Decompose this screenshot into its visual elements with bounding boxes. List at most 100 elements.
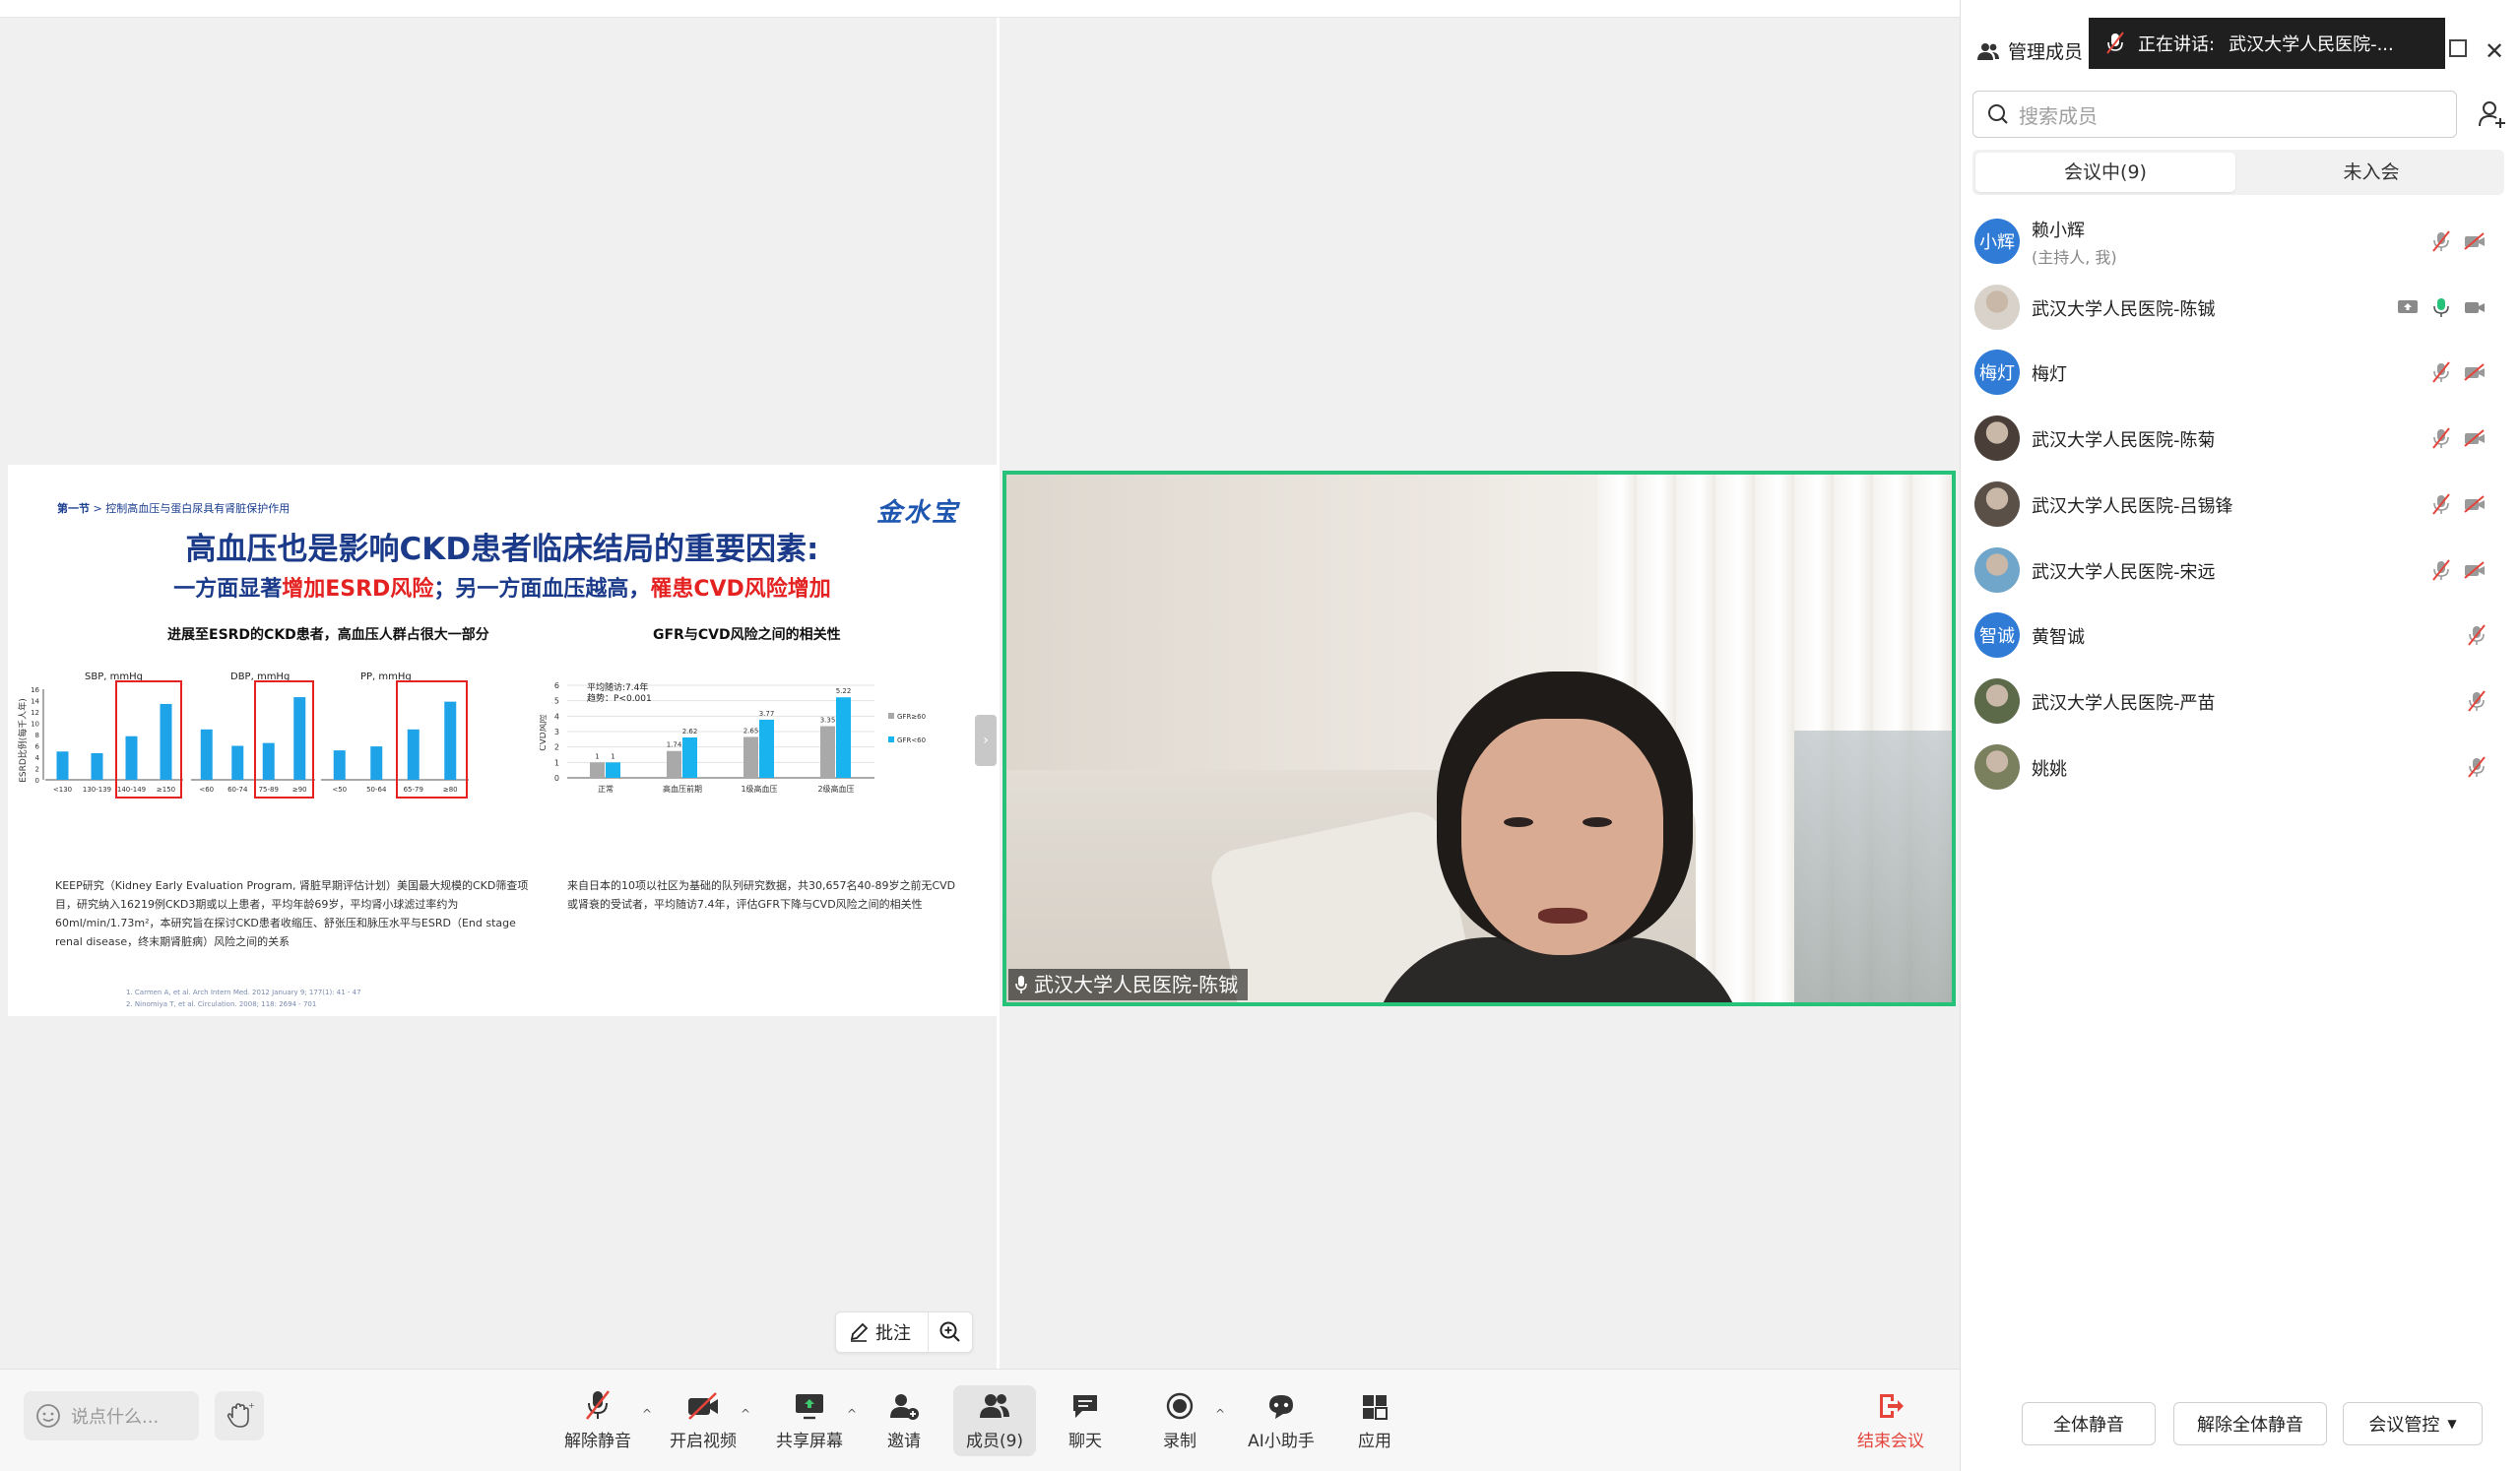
share-options-caret[interactable]: ^: [847, 1407, 857, 1421]
chart1-xtick-label: 130-139: [83, 786, 111, 794]
member-search-input[interactable]: 搜索成员: [1972, 91, 2457, 138]
mic-muted-icon: [2432, 558, 2450, 581]
meeting-control-label: 会议管控: [2368, 1415, 2440, 1436]
chart1-xtick-label: ≥80: [443, 786, 458, 794]
video-name-label: 武汉大学人民医院-陈铖: [1034, 973, 1239, 996]
end-meeting-button[interactable]: 结束会议: [1851, 1385, 1930, 1456]
record-button[interactable]: 录制: [1152, 1385, 1207, 1456]
video-off-icon: [2464, 560, 2485, 579]
invite-button[interactable]: 邀请: [876, 1385, 932, 1456]
invite-label: 邀请: [887, 1432, 921, 1451]
chat-button[interactable]: 聊天: [1058, 1385, 1113, 1456]
active-speaker-video[interactable]: 武汉大学人民医院-陈铖: [1002, 471, 1956, 1006]
video-off-icon: [2464, 363, 2485, 382]
mic-muted-icon: [2432, 493, 2450, 515]
member-row[interactable]: 小辉 赖小辉 (主持人, 我): [1961, 209, 2520, 274]
chart2-data-label: 2.62: [682, 728, 698, 736]
video-off-icon: [2464, 429, 2485, 447]
member-row[interactable]: 武汉大学人民医院-严苗: [1961, 669, 2520, 734]
chart2-ytick-label: 2: [554, 743, 559, 752]
exit-icon: [1880, 1394, 1904, 1418]
chart1-ylabel: ESRD比例(每千人年): [17, 698, 29, 783]
add-member-button[interactable]: [2473, 95, 2512, 134]
unmute-button[interactable]: 解除静音: [559, 1385, 636, 1456]
audio-options-caret[interactable]: ^: [642, 1407, 652, 1421]
member-row[interactable]: 梅灯 梅灯: [1961, 340, 2520, 405]
video-off-icon: [688, 1392, 718, 1420]
video-off-icon: [2464, 232, 2485, 250]
chart2-bar: [590, 762, 605, 778]
slide-subtitle-part-a: 一方面显著: [173, 577, 283, 602]
raise-hand-button[interactable]: +: [215, 1391, 264, 1440]
record-options-caret[interactable]: ^: [1215, 1407, 1225, 1421]
slide-subtitle: 一方面显著增加ESRD风险；另一方面血压越高，罹患CVD风险增加: [8, 571, 997, 603]
zoom-button[interactable]: [929, 1320, 972, 1344]
raise-hand-icon: +: [226, 1401, 254, 1428]
tab-not-joined[interactable]: 未入会: [2241, 153, 2501, 192]
annotate-button[interactable]: 批注: [836, 1312, 929, 1352]
speaking-prefix: 正在讲话:: [2138, 34, 2216, 55]
annotation-bar: 批注: [835, 1311, 973, 1353]
apps-button[interactable]: 应用: [1347, 1385, 1402, 1456]
speaking-toast: 正在讲话: 武汉大学人民医院-...: [2089, 18, 2445, 69]
video-name-tag: 武汉大学人民医院-陈铖: [1008, 969, 1249, 1000]
member-row[interactable]: 武汉大学人民医院-宋远: [1961, 538, 2520, 603]
chart2-title: GFR与CVD风险之间的相关性: [653, 627, 841, 643]
member-name: 黄智诚: [2032, 627, 2085, 649]
chart1-xtick-label: <60: [199, 786, 214, 794]
popout-icon[interactable]: [2449, 39, 2467, 57]
chart1-bar: [293, 697, 306, 780]
mic-muted-icon: [2468, 755, 2486, 778]
avatar: [1974, 480, 2020, 527]
chart1-xtick-label: 65-79: [404, 786, 423, 794]
mute-all-button[interactable]: 全体静音: [2022, 1402, 2156, 1445]
meeting-control-button[interactable]: 会议管控 ▼: [2343, 1402, 2483, 1445]
start-video-button[interactable]: 开启视频: [666, 1385, 741, 1456]
chart2-ytick-label: 3: [554, 728, 559, 736]
quick-chat-input[interactable]: 说点什么...: [24, 1391, 199, 1440]
add-user-icon: [2479, 101, 2505, 128]
members-icon: [1977, 42, 1999, 60]
ai-assistant-button[interactable]: AI小助手: [1243, 1385, 1320, 1456]
top-title-strip: [0, 0, 1960, 18]
close-icon[interactable]: ✕: [2485, 37, 2504, 65]
tab-in-meeting[interactable]: 会议中(9): [1975, 153, 2235, 192]
slide-section-number: 第一节: [57, 502, 90, 515]
member-status-icons: [2468, 624, 2486, 646]
member-row[interactable]: 智诚 黄智诚: [1961, 603, 2520, 668]
chart2-legend-swatch: [888, 713, 894, 719]
search-icon: [1988, 104, 2008, 124]
share-screen-label: 共享屏幕: [776, 1432, 843, 1451]
members-label: 成员(9): [965, 1432, 1024, 1451]
chart1-ytick-label: 14: [31, 698, 39, 706]
svg-text:+: +: [248, 1401, 254, 1410]
chevron-down-icon: ▼: [2447, 1417, 2457, 1431]
video-off-icon: [2464, 495, 2485, 513]
shared-slide: 第一节 > 控制高血压与蛋白尿具有肾脏保护作用 金水宝 高血压也是影响CKD患者…: [8, 465, 997, 1016]
chart1-bar: [262, 742, 275, 780]
chart2-bar: [820, 726, 835, 778]
member-row[interactable]: 姚姚: [1961, 735, 2520, 799]
member-role: (主持人, 我): [2032, 248, 2117, 267]
chart2-ytick-label: 4: [554, 712, 559, 721]
chart2-xtick-label: 2级高血压: [817, 784, 854, 794]
member-row[interactable]: 武汉大学人民医院-吕锡锋: [1961, 472, 2520, 537]
unmute-all-button[interactable]: 解除全体静音: [2173, 1402, 2327, 1445]
reference-2: 2. Ninomiya T, et al. Circulation. 2008;…: [126, 1000, 317, 1008]
member-row[interactable]: 武汉大学人民医院-陈菊: [1961, 406, 2520, 471]
chart1-xtick-label: ≥150: [157, 786, 175, 794]
video-options-caret[interactable]: ^: [741, 1407, 750, 1421]
share-screen-button[interactable]: 共享屏幕: [772, 1385, 847, 1456]
sharing-screen-icon: [2398, 299, 2418, 313]
member-row[interactable]: 武汉大学人民医院-陈铖: [1961, 275, 2520, 340]
chart1-ytick-label: 2: [35, 766, 39, 774]
chart1-ytick-label: 16: [31, 686, 39, 694]
chart1-bar: [200, 729, 213, 780]
chart1-xtick-label: <50: [332, 786, 347, 794]
chart1-bar: [56, 751, 69, 780]
avatar: 小辉: [1974, 219, 2020, 264]
slide-next-arrow[interactable]: ›: [975, 715, 997, 766]
members-button[interactable]: 成员(9): [953, 1385, 1036, 1456]
video-window: [1794, 731, 1952, 1002]
member-status-icons: [2432, 493, 2486, 515]
